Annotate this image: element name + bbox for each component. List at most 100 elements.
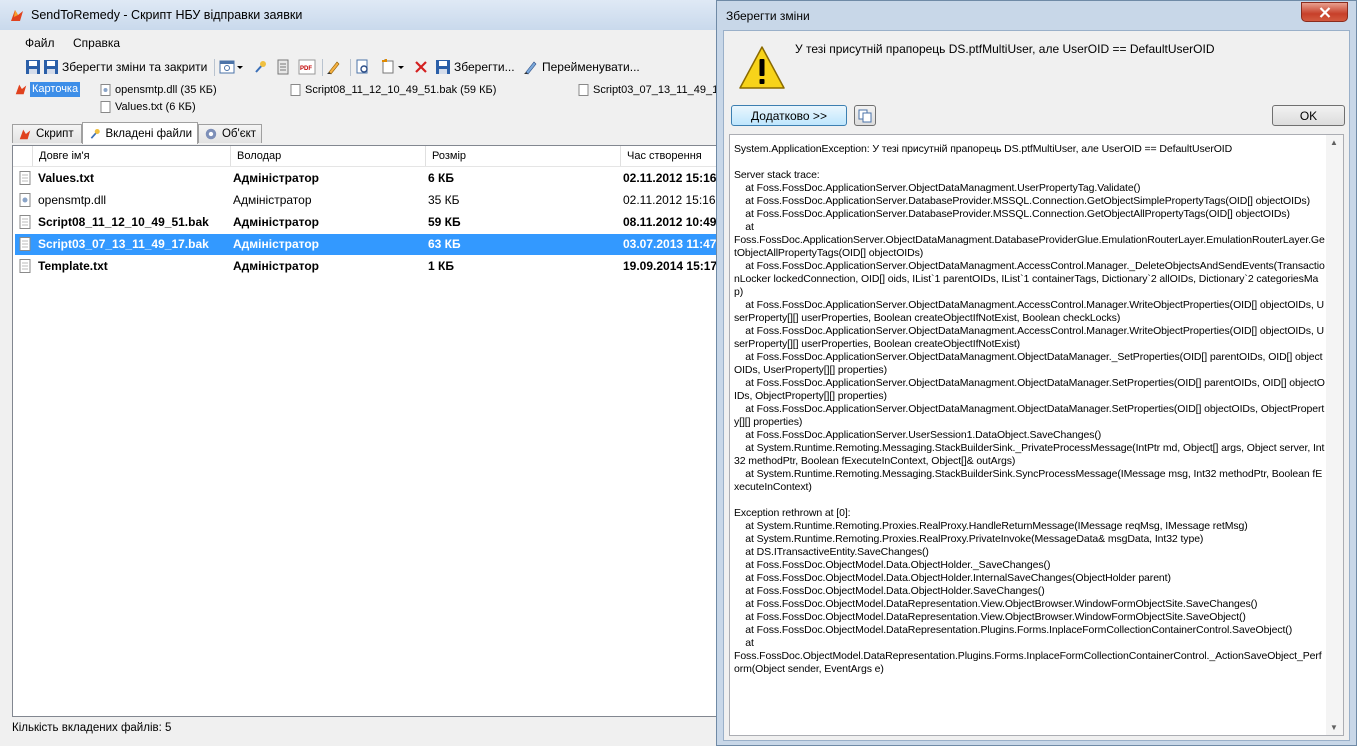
cell-created: 08.11.2012 10:49: [623, 215, 717, 229]
save-icon: [26, 60, 40, 74]
dialog-message: У тезі присутній прапорець DS.ptfMultiUs…: [795, 42, 1215, 56]
card-icon: [15, 84, 27, 95]
pdf-button[interactable]: PDF: [298, 58, 316, 76]
file-icon: [19, 171, 31, 185]
warning-icon: [739, 46, 785, 89]
tab-object[interactable]: Об'єкт: [198, 124, 262, 143]
column-icon[interactable]: [13, 146, 33, 166]
attach-icon: [90, 128, 100, 139]
menu-file[interactable]: Файл: [25, 36, 55, 50]
cell-created: 03.07.2013 11:47: [623, 237, 717, 251]
tab-label: Об'єкт: [221, 128, 256, 140]
calendar-icon: [219, 60, 235, 74]
details-scrollbar[interactable]: ▲ ▼: [1326, 135, 1343, 735]
dialog-client: У тезі присутній прапорець DS.ptfMultiUs…: [723, 30, 1350, 741]
cell-size: 6 КБ: [428, 171, 454, 185]
column-owner[interactable]: Володар: [231, 146, 426, 166]
app-icon: [11, 10, 23, 21]
new-document-icon: [382, 59, 394, 74]
save-label: Зберегти...: [454, 60, 515, 74]
view-dropdown-button[interactable]: [219, 58, 245, 76]
pdf-icon: PDF: [298, 59, 316, 75]
attachment-item[interactable]: Values.txt (6 КБ): [100, 101, 196, 113]
search-button[interactable]: [355, 58, 371, 76]
cell-created: 19.09.2014 15:17: [623, 259, 718, 273]
cell-owner: Адміністратор: [233, 259, 320, 273]
main-window-title: SendToRemedy - Скрипт НБУ відправки заяв…: [31, 8, 303, 22]
menu-help[interactable]: Справка: [73, 36, 120, 50]
tab-attached-files[interactable]: Вкладені файли: [82, 122, 198, 144]
dropdown-icon: [237, 66, 243, 69]
grid-header: Довге ім'я Володар Розмір Час створення: [13, 146, 723, 167]
save-close-button[interactable]: Зберегти зміни та закрити: [25, 58, 207, 76]
cell-name: Template.txt: [38, 259, 108, 273]
attached-files-grid: Довге ім'я Володар Розмір Час створення …: [12, 145, 723, 717]
attachment-item[interactable]: Script03_07_13_11_49_1: [578, 84, 718, 96]
cell-name: Values.txt: [38, 171, 95, 185]
save-icon: [436, 60, 450, 74]
toolbar-separator: [350, 59, 351, 76]
save-button[interactable]: Зберегти...: [435, 58, 515, 76]
copy-button[interactable]: [854, 105, 876, 126]
cell-size: 63 КБ: [428, 237, 461, 251]
cell-size: 59 КБ: [428, 215, 461, 229]
cell-size: 1 КБ: [428, 259, 454, 273]
column-name[interactable]: Довге ім'я: [33, 146, 231, 166]
cell-owner: Адміністратор: [233, 215, 320, 229]
scroll-up-icon[interactable]: ▲: [1330, 138, 1338, 147]
rename-icon: [524, 61, 537, 75]
document-search-icon: [356, 59, 368, 74]
file-icon: [578, 84, 589, 96]
gear-icon: [205, 128, 217, 140]
column-size[interactable]: Розмір: [426, 146, 621, 166]
attach-button[interactable]: [252, 58, 268, 76]
card-label[interactable]: Карточка: [30, 82, 81, 97]
main-titlebar[interactable]: SendToRemedy - Скрипт НБУ відправки заяв…: [0, 0, 722, 30]
dll-icon: [19, 193, 31, 207]
status-bar: Кількість вкладених файлів: 5: [12, 722, 172, 734]
cell-owner: Адміністратор: [233, 237, 320, 251]
table-row[interactable]: opensmtp.dll Адміністратор 35 КБ 02.11.2012…: [15, 190, 721, 211]
toolbar-separator: [322, 59, 323, 76]
attachment-item[interactable]: Script08_11_12_10_49_51.bak (59 КБ): [290, 84, 496, 96]
close-icon: [1319, 6, 1330, 18]
tab-script[interactable]: Скрипт: [12, 124, 82, 143]
attachments-strip: opensmtp.dll (35 КБ) Values.txt (6 КБ) S…: [0, 80, 722, 120]
script-icon: [19, 129, 31, 140]
copy-icon: [858, 109, 872, 122]
new-document-dropdown[interactable]: [380, 58, 406, 76]
cell-created: 02.11.2012 15:16:09: [623, 193, 721, 207]
file-icon: [19, 215, 31, 229]
toolbar: Зберегти зміни та закрити PDF Зберегти..…: [12, 56, 712, 78]
attachment-item[interactable]: opensmtp.dll (35 КБ): [100, 84, 217, 96]
close-button[interactable]: [1301, 2, 1348, 22]
scroll-down-icon[interactable]: ▼: [1330, 723, 1338, 732]
edit-button[interactable]: [326, 58, 342, 76]
attachment-label: Script08_11_12_10_49_51.bak (59 КБ): [305, 84, 497, 96]
attachment-label: opensmtp.dll (35 КБ): [115, 84, 217, 96]
table-row[interactable]: Script03_07_13_11_49_17.bak Адміністратор…: [15, 234, 721, 255]
column-created[interactable]: Час створення: [621, 146, 723, 166]
details-textbox[interactable]: System.ApplicationException: У тезі прис…: [729, 134, 1344, 736]
table-row[interactable]: Values.txt Адміністратор 6 КБ 02.11.2012 15…: [15, 168, 721, 189]
save-changes-dialog: Зберегти зміни У тезі присутній прапорец…: [716, 0, 1357, 746]
delete-button[interactable]: [414, 58, 428, 76]
save-close-label: Зберегти зміни та закрити: [62, 60, 208, 74]
file-icon: [100, 101, 111, 113]
scan-button[interactable]: [275, 58, 291, 76]
table-row[interactable]: Template.txt Адміністратор 1 КБ 19.09.2014 …: [15, 256, 721, 277]
exception-details-text: System.ApplicationException: У тезі прис…: [734, 143, 1325, 675]
dll-icon: [100, 84, 111, 96]
file-icon: [19, 237, 31, 251]
attachment-label: Values.txt (6 КБ): [115, 101, 196, 113]
table-row[interactable]: Script08_11_12_10_49_51.bak Адміністратор…: [15, 212, 721, 233]
save-icon: [44, 60, 58, 74]
details-button[interactable]: Додатково >>: [731, 105, 847, 126]
delete-icon: [415, 61, 427, 73]
cell-name: Script03_07_13_11_49_17.bak: [38, 237, 209, 251]
edit-icon: [327, 61, 340, 75]
rename-button[interactable]: Перейменувати...: [523, 58, 640, 76]
ok-button[interactable]: OK: [1272, 105, 1345, 126]
dialog-title: Зберегти зміни: [726, 9, 810, 23]
file-icon: [290, 84, 301, 96]
